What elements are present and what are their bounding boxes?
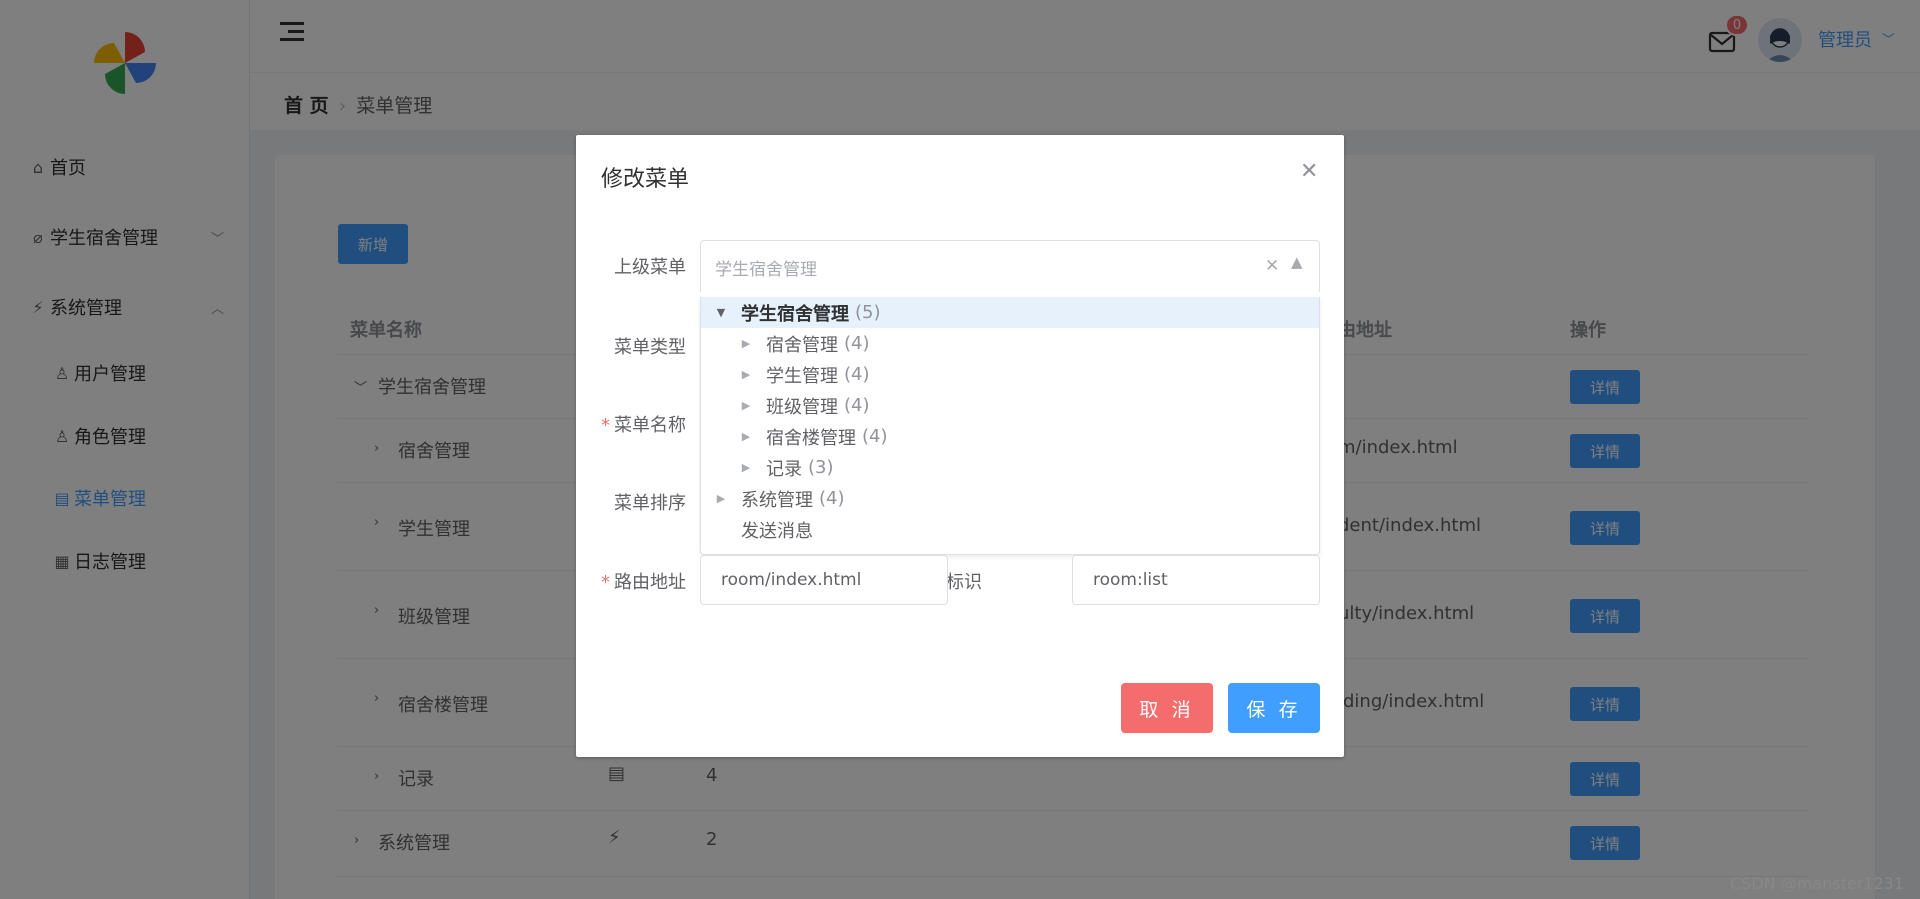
tree-node-count: (3)	[808, 457, 834, 478]
caret-right-icon[interactable]: ▶	[738, 337, 754, 350]
tree-node[interactable]: ▶ 系统管理 (4)	[701, 483, 1319, 514]
tree-node-label: 系统管理	[741, 489, 813, 511]
label-text: 菜单类型	[614, 337, 686, 358]
caret-up-icon[interactable]: ▲	[1291, 253, 1303, 271]
label-menu-name: * 菜单名称	[576, 411, 686, 437]
edit-menu-dialog: 修改菜单 ✕ 上级菜单 菜单类型 *菜单名称 菜单排序 *路由地址 权限标识 学…	[576, 135, 1344, 757]
tree-node[interactable]: ▶ 学生管理 (4)	[701, 359, 1319, 390]
tree-node[interactable]: ▶ 记录 (3)	[701, 452, 1319, 483]
tree-node-label: 学生宿舍管理	[741, 303, 849, 325]
clear-icon[interactable]: ✕	[1265, 256, 1279, 276]
tree-node-count: (4)	[844, 395, 870, 416]
tree-node-count: (4)	[862, 426, 888, 447]
permission-input-value: room:list	[1093, 570, 1168, 590]
close-icon[interactable]: ✕	[1300, 159, 1318, 184]
caret-down-icon[interactable]: ▼	[713, 306, 729, 319]
route-input-value: room/index.html	[721, 570, 862, 590]
tree-node-label: 记录	[766, 458, 802, 480]
label-text: 上级菜单	[614, 257, 686, 278]
tree-node-label: 学生管理	[766, 365, 838, 387]
tree-node[interactable]: 发送消息	[701, 514, 1319, 545]
caret-right-icon[interactable]: ▶	[738, 368, 754, 381]
route-input[interactable]: room/index.html	[700, 555, 948, 605]
tree-node-count: (4)	[819, 488, 845, 509]
required-mark: *	[601, 415, 610, 436]
caret-right-icon[interactable]: ▶	[738, 430, 754, 443]
parent-menu-tree: ▼ 学生宿舍管理 (5) ▶ 宿舍管理 (4) ▶ 学生管理 (4) ▶ 班级管…	[700, 297, 1320, 555]
label-text: 路由地址	[614, 572, 686, 593]
label-text: 菜单名称	[614, 415, 686, 436]
caret-right-icon[interactable]: ▶	[713, 492, 729, 505]
tree-node[interactable]: ▼ 学生宿舍管理 (5)	[701, 297, 1319, 328]
save-button[interactable]: 保 存	[1228, 683, 1320, 733]
label-parent-menu: 上级菜单	[576, 253, 686, 279]
tree-node-label: 班级管理	[766, 396, 838, 418]
tree-node-label: 宿舍楼管理	[766, 427, 856, 449]
tree-node[interactable]: ▶ 班级管理 (4)	[701, 390, 1319, 421]
tree-node-count: (4)	[844, 364, 870, 385]
parent-menu-select[interactable]: 学生宿舍管理 ✕ ▲	[700, 240, 1320, 292]
watermark: CSDN @manster1231	[1730, 874, 1904, 893]
select-placeholder: 学生宿舍管理	[715, 260, 817, 280]
permission-input[interactable]: room:list	[1072, 555, 1320, 605]
tree-node-count: (5)	[855, 302, 881, 323]
caret-right-icon[interactable]: ▶	[738, 399, 754, 412]
dialog-title: 修改菜单	[601, 167, 690, 192]
label-text: 菜单排序	[614, 493, 686, 514]
caret-right-icon[interactable]: ▶	[738, 461, 754, 474]
tree-node-label: 发送消息	[741, 520, 813, 542]
label-route: * 路由地址	[576, 568, 686, 594]
required-mark: *	[601, 572, 610, 593]
tree-node-label: 宿舍管理	[766, 334, 838, 356]
cancel-button[interactable]: 取 消	[1121, 683, 1213, 733]
label-menu-type: 菜单类型	[576, 333, 686, 359]
tree-node-count: (4)	[844, 333, 870, 354]
label-menu-sort: 菜单排序	[576, 489, 686, 515]
tree-node[interactable]: ▶ 宿舍楼管理 (4)	[701, 421, 1319, 452]
tree-node[interactable]: ▶ 宿舍管理 (4)	[701, 328, 1319, 359]
